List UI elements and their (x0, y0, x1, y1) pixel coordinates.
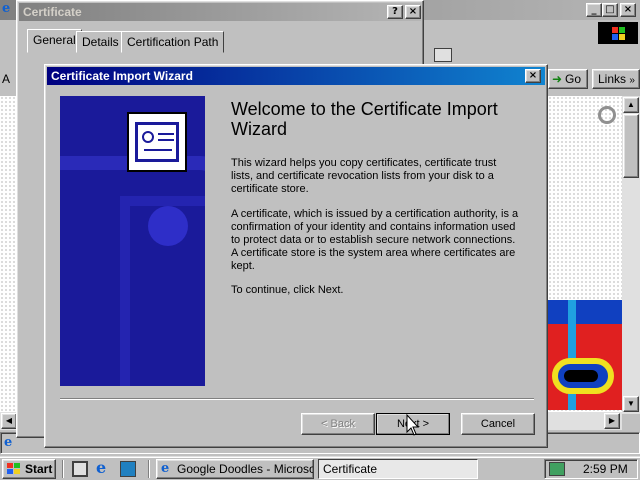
wizard-divider (60, 398, 534, 400)
links-button[interactable]: Links » (592, 69, 640, 89)
scroll-left-button[interactable]: ◀ (1, 413, 17, 429)
wizard-paragraph-2: A certificate, which is issued by a cert… (231, 208, 519, 272)
import-wizard-dialog: Certificate Import Wizard × Welcome to t… (44, 64, 548, 448)
quicklaunch-divider (62, 460, 64, 478)
desktop-icon[interactable] (72, 461, 88, 477)
clock[interactable]: 2:59 PM (583, 460, 628, 478)
system-tray: 2:59 PM (544, 459, 638, 479)
scroll-thumb[interactable] (623, 114, 639, 178)
go-arrow-icon: ➜ (552, 72, 563, 86)
certificate-titlebar: Certificate ? × (19, 3, 421, 21)
wizard-paragraph-1: This wizard helps you copy certificates,… (231, 157, 497, 195)
network-icon[interactable] (549, 462, 565, 476)
ie-quicklaunch-icon[interactable]: e (96, 459, 112, 477)
wizard-close-button[interactable]: × (525, 69, 541, 83)
wizard-paragraph-3: To continue, click Next. (231, 284, 344, 296)
windows-logo-icon (598, 22, 638, 44)
wizard-titlebar: Certificate Import Wizard × (47, 67, 545, 85)
task-certificate[interactable]: Certificate (318, 459, 478, 479)
ie-status-icon: e (4, 435, 13, 450)
maximize-button[interactable]: □ (602, 3, 618, 17)
scroll-down-button[interactable]: ▼ (623, 396, 639, 412)
ie-logo-icon: e (2, 1, 11, 16)
cancel-button[interactable]: Cancel (461, 413, 535, 435)
taskbar: Start e e Google Doodles - Microsof... C… (0, 456, 640, 480)
task-google-doodles[interactable]: e Google Doodles - Microsof... (156, 459, 314, 479)
tab-certification-path[interactable]: Certification Path (121, 31, 225, 53)
back-button[interactable]: < Back (301, 413, 375, 435)
taskbar-divider (148, 460, 150, 478)
wizard-banner-image (60, 96, 205, 386)
task-label: Certificate (323, 462, 378, 476)
close-button[interactable]: × (620, 3, 636, 17)
mouse-cursor-icon (406, 414, 420, 436)
certificate-icon (127, 112, 187, 172)
windows-flag-icon (7, 463, 21, 475)
start-button[interactable]: Start (2, 459, 56, 479)
print-icon[interactable] (434, 48, 452, 62)
certificate-title: Certificate (23, 5, 82, 19)
address-label-fragment: A (2, 72, 11, 86)
chevron-right-icon: » (629, 75, 635, 86)
task-label: Google Doodles - Microsof... (177, 462, 314, 476)
scroll-right-button[interactable]: ▶ (604, 413, 620, 429)
vertical-scrollbar[interactable]: ▲ ▼ (622, 96, 640, 414)
wizard-title: Certificate Import Wizard (51, 69, 193, 83)
start-label: Start (25, 462, 53, 476)
doodle-image[interactable] (546, 300, 622, 410)
go-button[interactable]: ➜ Go (548, 69, 588, 89)
search-icon[interactable] (598, 106, 616, 124)
channels-icon[interactable] (120, 461, 136, 477)
minimize-button[interactable]: _ (586, 3, 602, 17)
wizard-heading: Welcome to the Certificate Import Wizard (231, 99, 498, 139)
ie-task-icon: e (161, 461, 170, 476)
tab-details[interactable]: Details (76, 31, 125, 53)
links-label: Links (598, 72, 627, 86)
scroll-up-button[interactable]: ▲ (623, 97, 639, 113)
help-button[interactable]: ? (387, 5, 403, 19)
go-label: Go (565, 72, 582, 86)
certificate-close-button[interactable]: × (405, 5, 421, 19)
tab-general[interactable]: General (27, 29, 82, 53)
